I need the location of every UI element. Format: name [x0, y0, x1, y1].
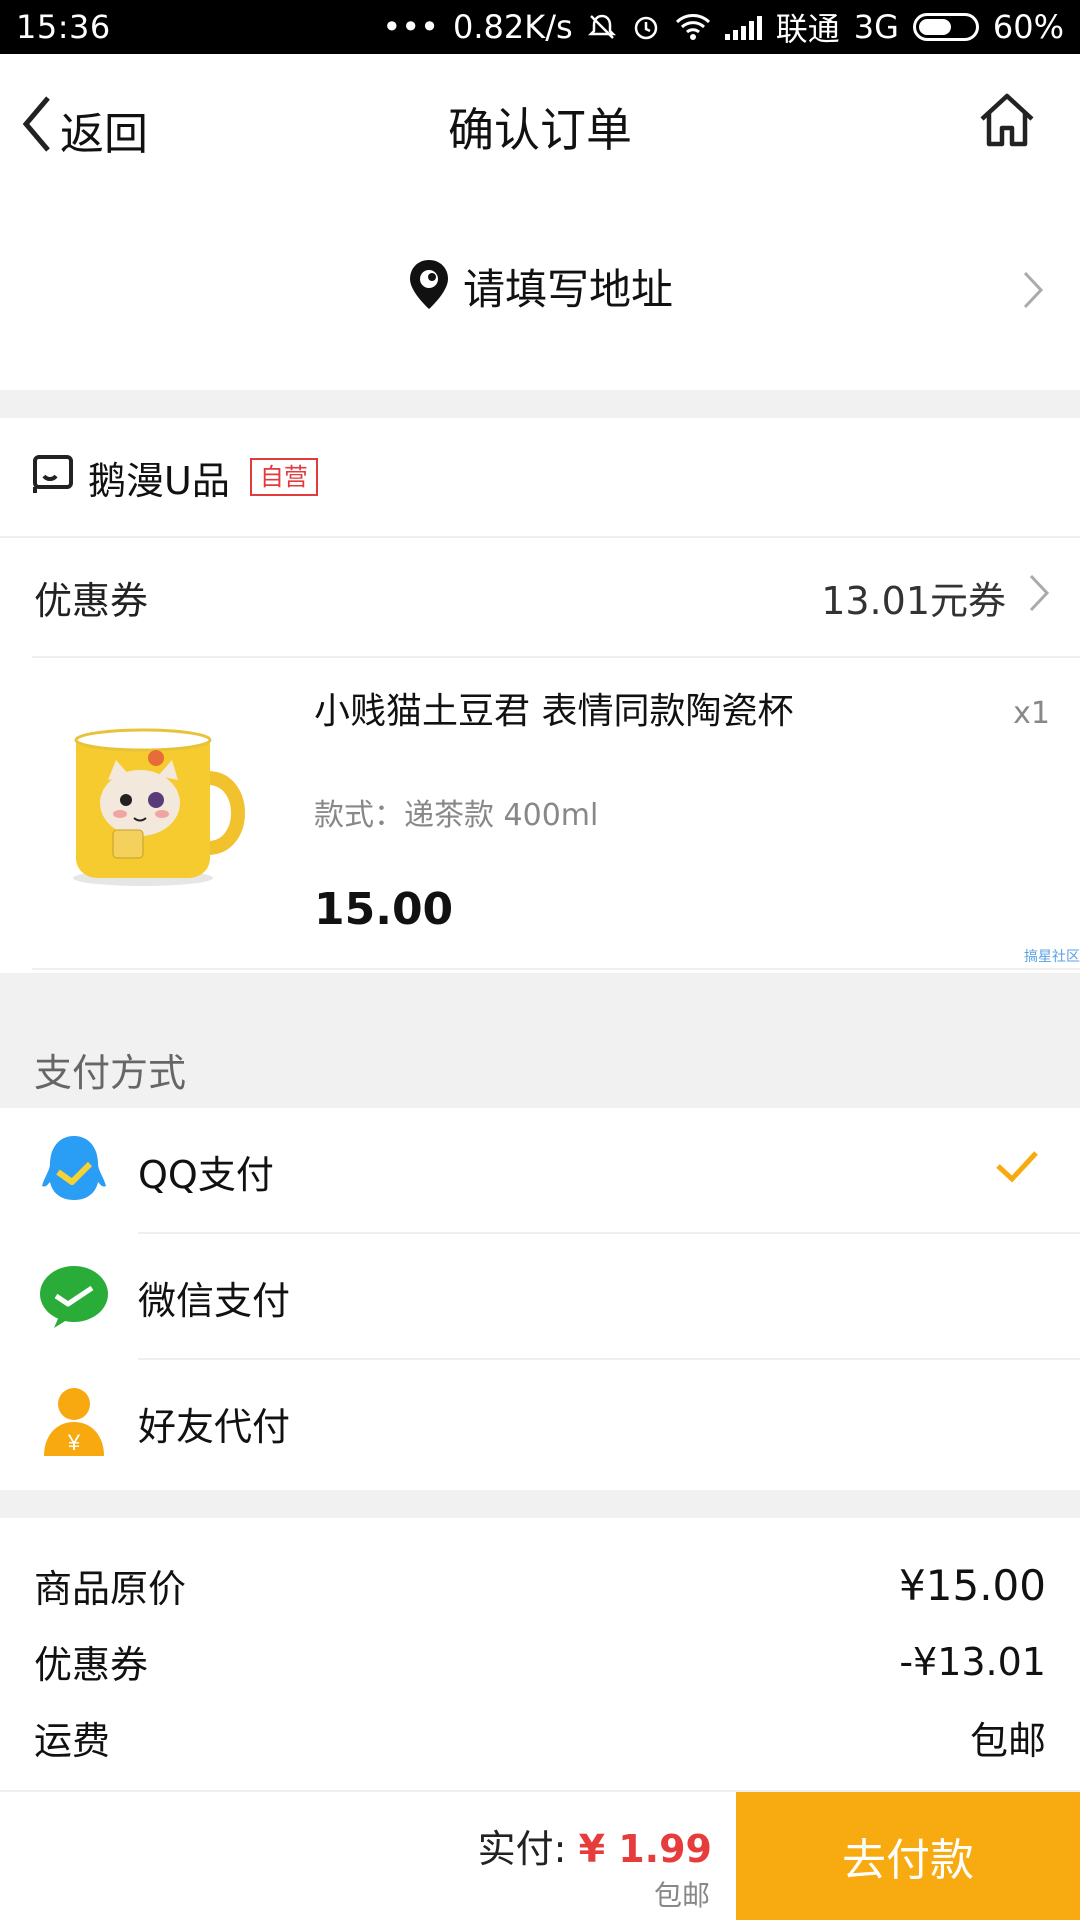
payment-option-friend[interactable]: ¥ 好友代付 [0, 1360, 1080, 1486]
shipping-value: 包邮 [969, 1719, 1046, 1763]
battery-icon [912, 13, 979, 41]
shop-name: 鹅漫U品 [88, 458, 230, 503]
checkmark-icon [994, 1148, 1040, 1188]
total-payment: 实付: ¥ 1.99 [478, 1818, 712, 1873]
svg-text:¥: ¥ [67, 1430, 81, 1455]
nav-header: 返回 确认订单 [0, 54, 1080, 194]
alarm-icon [631, 11, 661, 43]
payment-option-label: 微信支付 [138, 1278, 291, 1323]
status-time: 15:36 [16, 8, 111, 46]
chevron-right-icon [1028, 573, 1050, 622]
coupon-value: 13.01元券 [821, 578, 1006, 623]
mute-icon [587, 11, 617, 43]
payment-option-qq[interactable]: QQ支付 [0, 1108, 1080, 1234]
checkout-bar: 实付: ¥ 1.99 包邮 去付款 [0, 1792, 1080, 1920]
store-icon [32, 454, 74, 500]
status-indicators: ••• 0.82K/s 联通 3G 60% [382, 4, 1064, 50]
network-type: 3G [853, 8, 899, 46]
qq-penguin-icon [38, 1132, 110, 1208]
original-price-value: ¥15.00 [899, 1561, 1046, 1610]
home-icon[interactable] [978, 92, 1036, 152]
status-bar: 15:36 ••• 0.82K/s 联通 3G 60% [0, 0, 1080, 54]
product-image [58, 718, 258, 888]
shop-header: 鹅漫U品 自营 [0, 418, 1080, 538]
payment-option-label: QQ支付 [138, 1152, 274, 1197]
payment-option-label: 好友代付 [138, 1404, 291, 1449]
address-selector[interactable]: 请填写地址 [0, 194, 1080, 390]
product-name: 小贱猫土豆君 表情同款陶瓷杯 [314, 691, 794, 732]
payment-option-wechat[interactable]: 微信支付 [0, 1234, 1080, 1360]
product-price: 15.00 [314, 884, 454, 935]
chevron-right-icon [1022, 270, 1044, 314]
payment-options: QQ支付 微信支付 ¥ 好友代付 [0, 1108, 1080, 1490]
self-operated-badge: 自营 [249, 458, 318, 496]
shipping-label: 运费 [34, 1719, 111, 1763]
status-dots: ••• [382, 8, 440, 46]
coupon-label: 优惠券 [34, 578, 149, 623]
coupon-discount-value: -¥13.01 [899, 1639, 1046, 1684]
total-label: 实付: [477, 1827, 567, 1871]
shipping-note: 包邮 [653, 1879, 710, 1912]
location-pin-icon [407, 258, 451, 316]
page-title: 确认订单 [448, 103, 632, 157]
coupon-row[interactable]: 优惠券 13.01元券 [0, 538, 1080, 656]
total-amount: ¥ 1.99 [578, 1827, 712, 1871]
original-price-label: 商品原价 [34, 1567, 187, 1611]
pay-button[interactable]: 去付款 [736, 1792, 1080, 1920]
friend-pay-icon: ¥ [38, 1384, 110, 1460]
payment-section-label: 支付方式 [34, 1051, 187, 1095]
coupon-discount-label: 优惠券 [34, 1643, 149, 1687]
battery-percent: 60% [992, 8, 1064, 46]
product-item[interactable]: 小贱猫土豆君 表情同款陶瓷杯 款式：递茶款 400ml x1 15.00 搞星社… [32, 656, 1080, 970]
wifi-icon [675, 11, 711, 43]
address-placeholder: 请填写地址 [462, 265, 673, 314]
network-speed: 0.82K/s [453, 8, 573, 46]
order-block: 鹅漫U品 自营 优惠券 13.01元券 小贱猫土豆君 表情同款陶瓷杯 款式：递茶… [0, 418, 1080, 973]
watermark: 搞星社区 [1024, 949, 1080, 965]
product-quantity: x1 [1013, 696, 1050, 731]
wechat-icon [38, 1258, 110, 1334]
product-spec: 款式：递茶款 400ml [314, 798, 599, 833]
price-summary: 商品原价 ¥15.00 优惠券 -¥13.01 运费 包邮 [0, 1518, 1080, 1792]
signal-icon [724, 14, 762, 40]
carrier-name: 联通 [775, 10, 840, 48]
